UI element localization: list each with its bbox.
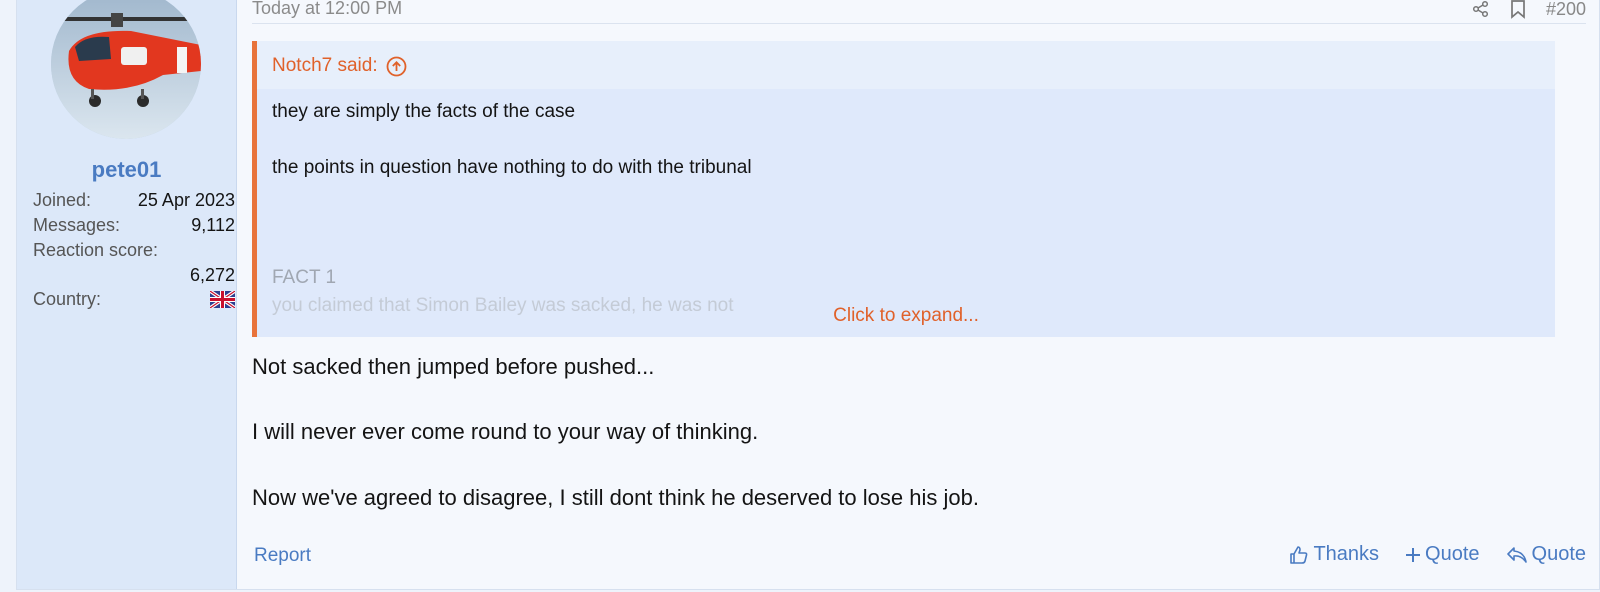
post-actions: Thanks Quote Quote [1289,543,1586,566]
stat-label: Joined: [33,190,92,210]
quote-header: Notch7 said: [257,41,1555,89]
reply-quote-button[interactable]: Quote [1506,543,1586,566]
helicopter-avatar [51,0,201,139]
stat-value: 25 Apr 2023 [137,190,235,210]
share-icon[interactable] [1472,0,1490,18]
thanks-button[interactable]: Thanks [1289,543,1379,566]
expand-quote-link[interactable]: Click to expand... [257,305,1555,327]
thanks-label: Thanks [1313,543,1380,565]
bookmark-icon[interactable] [1510,0,1526,19]
quote-block: Notch7 said: they are simply the facts o… [252,41,1555,337]
reply-quote-label: Quote [1531,543,1586,565]
post-date[interactable]: Today at 12:00 PM [252,0,402,17]
quote-line: FACT 1 [272,267,337,288]
post-main: Today at 12:00 PM #200 Notch7 said: they… [252,0,1586,589]
stat-joined: Joined: 25 Apr 2023 [33,190,235,211]
plus-icon [1406,547,1421,562]
reply-icon [1506,546,1527,563]
header-divider [252,23,1586,24]
quote-title[interactable]: Notch7 said: [272,55,407,77]
quote-author: Notch7 said: [272,55,378,76]
jump-to-quote-icon[interactable] [386,56,407,77]
post-number[interactable]: #200 [1546,0,1586,20]
multi-quote-button[interactable]: Quote [1405,543,1480,566]
quote-line: the points in question have nothing to d… [272,157,752,178]
post-body-line: I will never ever come round to your way… [252,419,759,444]
stat-label: Messages: [33,215,121,235]
stat-country: Country: [33,289,235,310]
multi-quote-label: Quote [1425,543,1480,565]
post-header-actions: #200 [1472,0,1586,19]
quote-line: they are simply the facts of the case [272,101,576,122]
user-info-panel: pete01 Joined: 25 Apr 2023 Messages: 9,1… [17,0,237,589]
report-link[interactable]: Report [254,545,311,567]
forum-post: pete01 Joined: 25 Apr 2023 Messages: 9,1… [16,0,1600,590]
user-avatar[interactable] [51,0,201,139]
thumbs-up-icon [1290,545,1308,564]
username[interactable]: pete01 [17,157,236,183]
stat-value: 9,112 [191,215,235,235]
stat-label: Reaction score: [33,240,159,260]
post-body-line: Not sacked then jumped before pushed... [252,354,655,379]
stat-reaction-score: Reaction score: [33,240,235,261]
stat-messages: Messages: 9,112 [33,215,235,236]
post-body-line: Now we've agreed to disagree, I still do… [252,485,979,510]
stat-label: Country: [33,289,102,309]
uk-flag-icon [210,291,235,308]
stat-value: 6,272 [189,265,235,285]
